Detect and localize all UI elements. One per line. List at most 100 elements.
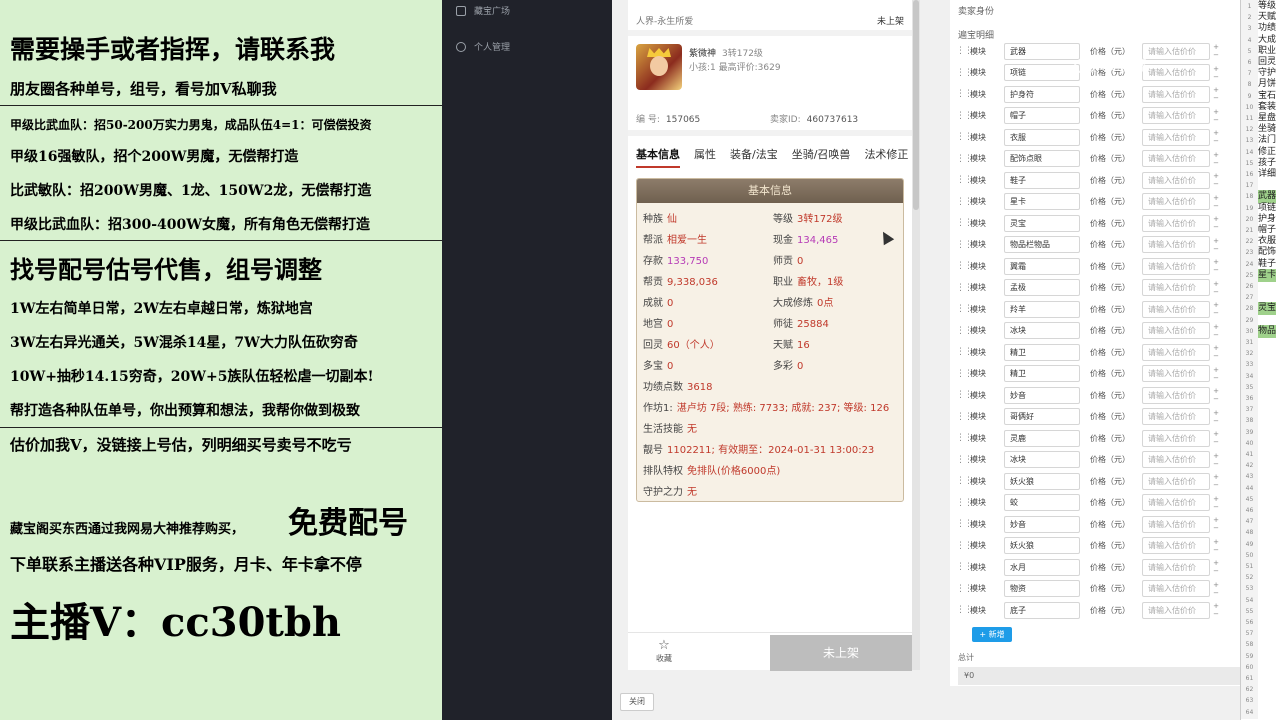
price-input[interactable]: 请输入估价价 bbox=[1142, 150, 1210, 167]
price-input[interactable]: 请输入估价价 bbox=[1142, 279, 1210, 296]
sell-button[interactable]: 未上架 bbox=[770, 635, 912, 671]
sidebar-item-market[interactable]: 藏宝广场 bbox=[456, 4, 510, 17]
price-input[interactable]: 请输入估价价 bbox=[1142, 365, 1210, 382]
item-name-input[interactable]: 星卡 bbox=[1004, 193, 1080, 210]
drag-handle-icon[interactable]: ⋮⋮ bbox=[956, 562, 973, 572]
stepper-icon[interactable]: + − bbox=[1212, 559, 1220, 575]
price-input[interactable]: 请输入估价价 bbox=[1142, 537, 1210, 554]
drag-handle-icon[interactable]: ⋮⋮ bbox=[956, 326, 973, 336]
drag-handle-icon[interactable]: ⋮⋮ bbox=[956, 240, 973, 250]
drag-handle-icon[interactable]: ⋮⋮ bbox=[956, 132, 973, 142]
drag-handle-icon[interactable]: ⋮⋮ bbox=[956, 218, 973, 228]
tab-mounts[interactable]: 坐骑/召唤兽 bbox=[792, 146, 851, 168]
drag-handle-icon[interactable]: ⋮⋮ bbox=[956, 89, 973, 99]
item-name-input[interactable]: 鞋子 bbox=[1004, 171, 1080, 189]
item-name-input[interactable]: 衣服 bbox=[1004, 128, 1080, 146]
item-name-input[interactable]: 帽子 bbox=[1004, 107, 1080, 124]
stepper-icon[interactable]: + − bbox=[1212, 452, 1220, 468]
drag-handle-icon[interactable]: ⋮⋮ bbox=[956, 433, 973, 443]
price-input[interactable]: 请输入估价价 bbox=[1142, 85, 1210, 103]
scrollbar-thumb[interactable] bbox=[913, 0, 919, 210]
stepper-icon[interactable]: + − bbox=[1212, 194, 1220, 210]
price-input[interactable]: 请输入估价价 bbox=[1142, 128, 1210, 146]
price-input[interactable]: 请输入估价价 bbox=[1142, 451, 1210, 468]
drag-handle-icon[interactable]: ⋮⋮ bbox=[956, 476, 973, 486]
item-name-input[interactable]: 灵鹿 bbox=[1004, 429, 1080, 447]
sidebar-item-personal[interactable]: 个人管理 bbox=[456, 40, 510, 53]
price-input[interactable]: 请输入估价价 bbox=[1142, 580, 1210, 597]
stepper-icon[interactable]: + − bbox=[1212, 108, 1220, 124]
stepper-icon[interactable]: + − bbox=[1212, 430, 1220, 446]
item-name-input[interactable]: 精卫 bbox=[1004, 343, 1080, 361]
tab-spells[interactable]: 法术修正 bbox=[864, 146, 908, 168]
drag-handle-icon[interactable]: ⋮⋮ bbox=[956, 605, 973, 615]
price-input[interactable]: 请输入估价价 bbox=[1142, 472, 1210, 490]
drag-handle-icon[interactable]: ⋮⋮ bbox=[956, 541, 973, 551]
drag-handle-icon[interactable]: ⋮⋮ bbox=[956, 46, 973, 56]
item-name-input[interactable]: 孟极 bbox=[1004, 279, 1080, 296]
stepper-icon[interactable]: + − bbox=[1212, 473, 1220, 489]
price-input[interactable]: 请输入估价价 bbox=[1142, 193, 1210, 210]
price-input[interactable]: 请输入估价价 bbox=[1142, 236, 1210, 253]
stepper-icon[interactable]: + − bbox=[1212, 323, 1220, 339]
stepper-icon[interactable]: + − bbox=[1212, 495, 1220, 511]
tab-basic-info[interactable]: 基本信息 bbox=[636, 146, 680, 168]
item-name-input[interactable]: 蛟 bbox=[1004, 494, 1080, 511]
item-name-input[interactable]: 精卫 bbox=[1004, 365, 1080, 382]
price-input[interactable]: 请输入估价价 bbox=[1142, 386, 1210, 404]
price-input[interactable]: 请输入估价价 bbox=[1142, 558, 1210, 576]
item-name-input[interactable]: 物资 bbox=[1004, 580, 1080, 597]
stepper-icon[interactable]: + − bbox=[1212, 387, 1220, 403]
drag-handle-icon[interactable]: ⋮⋮ bbox=[956, 584, 973, 594]
drag-handle-icon[interactable]: ⋮⋮ bbox=[956, 455, 973, 465]
price-input[interactable]: 请输入估价价 bbox=[1142, 42, 1210, 60]
close-button[interactable]: 关闭 bbox=[620, 693, 654, 711]
item-name-input[interactable]: 配饰点眼 bbox=[1004, 150, 1080, 167]
drag-handle-icon[interactable]: ⋮⋮ bbox=[956, 154, 973, 164]
drag-handle-icon[interactable]: ⋮⋮ bbox=[956, 197, 973, 207]
sheet-row[interactable]: 64 bbox=[1241, 705, 1280, 719]
stepper-icon[interactable]: + − bbox=[1212, 129, 1220, 145]
detail-scrollbar[interactable] bbox=[912, 0, 920, 670]
stepper-icon[interactable]: + − bbox=[1212, 602, 1220, 618]
price-input[interactable]: 请输入估价价 bbox=[1142, 300, 1210, 318]
item-name-input[interactable]: 护身符 bbox=[1004, 85, 1080, 103]
item-name-input[interactable]: 哥俩好 bbox=[1004, 408, 1080, 425]
drag-handle-icon[interactable]: ⋮⋮ bbox=[956, 347, 973, 357]
price-input[interactable]: 请输入估价价 bbox=[1142, 408, 1210, 425]
price-input[interactable]: 请输入估价价 bbox=[1142, 214, 1210, 232]
drag-handle-icon[interactable]: ⋮⋮ bbox=[956, 519, 973, 529]
item-name-input[interactable]: 妙音 bbox=[1004, 515, 1080, 533]
item-name-input[interactable]: 冰块 bbox=[1004, 451, 1080, 468]
tab-attributes[interactable]: 属性 bbox=[694, 146, 716, 168]
stepper-icon[interactable]: + − bbox=[1212, 280, 1220, 296]
stepper-icon[interactable]: + − bbox=[1212, 344, 1220, 360]
price-input[interactable]: 请输入估价价 bbox=[1142, 515, 1210, 533]
drag-handle-icon[interactable]: ⋮⋮ bbox=[956, 390, 973, 400]
item-name-input[interactable]: 物品栏物品 bbox=[1004, 236, 1080, 253]
price-input[interactable]: 请输入估价价 bbox=[1142, 107, 1210, 124]
drag-handle-icon[interactable]: ⋮⋮ bbox=[956, 111, 973, 121]
stepper-icon[interactable]: + − bbox=[1212, 516, 1220, 532]
price-input[interactable]: 请输入估价价 bbox=[1142, 343, 1210, 361]
stepper-icon[interactable]: + − bbox=[1212, 237, 1220, 253]
item-name-input[interactable]: 羚羊 bbox=[1004, 300, 1080, 318]
item-name-input[interactable]: 项链 bbox=[1004, 64, 1080, 81]
stepper-icon[interactable]: + − bbox=[1212, 258, 1220, 274]
item-name-input[interactable]: 武器 bbox=[1004, 42, 1080, 60]
stepper-icon[interactable]: + − bbox=[1212, 86, 1220, 102]
item-name-input[interactable]: 妙音 bbox=[1004, 386, 1080, 404]
drag-handle-icon[interactable]: ⋮⋮ bbox=[956, 369, 973, 379]
stepper-icon[interactable]: + − bbox=[1212, 301, 1220, 317]
drag-handle-icon[interactable]: ⋮⋮ bbox=[956, 412, 973, 422]
stepper-icon[interactable]: + − bbox=[1212, 215, 1220, 231]
price-input[interactable]: 请输入估价价 bbox=[1142, 322, 1210, 339]
item-name-input[interactable]: 妖火狼 bbox=[1004, 537, 1080, 554]
drag-handle-icon[interactable]: ⋮⋮ bbox=[956, 261, 973, 271]
stepper-icon[interactable]: + − bbox=[1212, 409, 1220, 425]
add-row-button[interactable]: + 新增 bbox=[972, 627, 1012, 642]
price-input[interactable]: 请输入估价价 bbox=[1142, 429, 1210, 447]
price-input[interactable]: 请输入估价价 bbox=[1142, 64, 1210, 81]
stepper-icon[interactable]: + − bbox=[1212, 43, 1220, 59]
stepper-icon[interactable]: + − bbox=[1212, 65, 1220, 81]
